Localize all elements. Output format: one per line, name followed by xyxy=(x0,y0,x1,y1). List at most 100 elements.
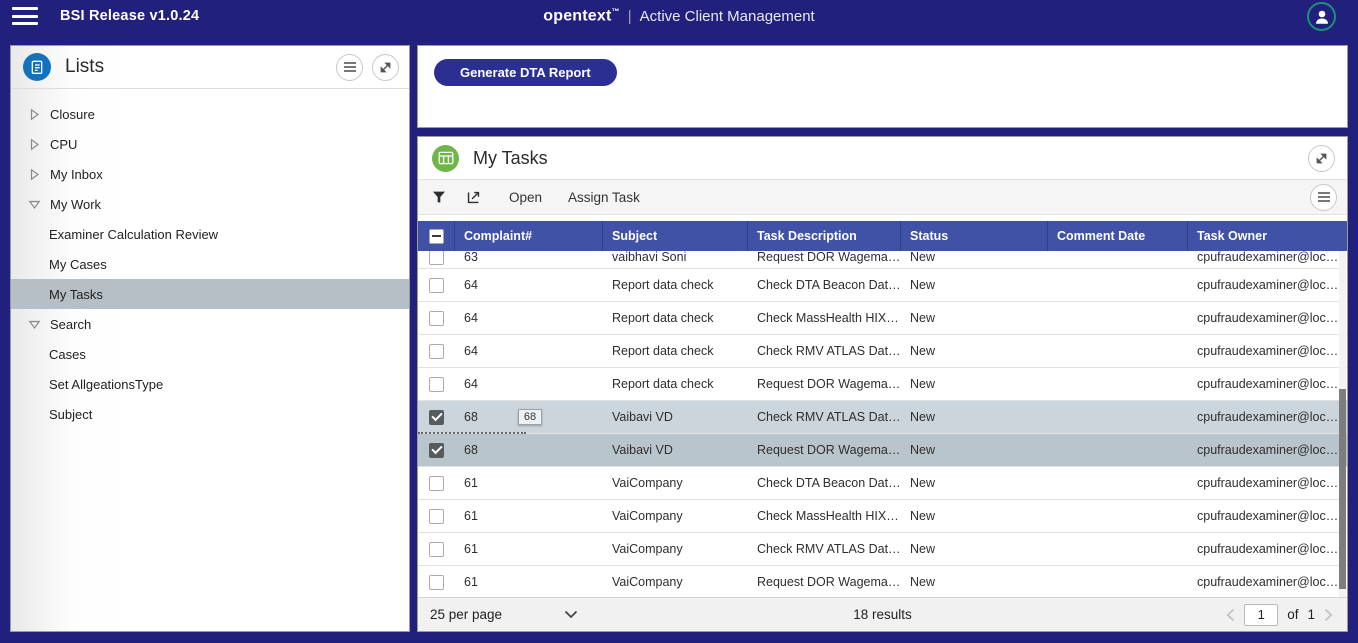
table-row[interactable]: 68 Vaibavi VD Request DOR Wagema… New cp… xyxy=(418,434,1347,467)
tree-item-search[interactable]: Search xyxy=(11,309,409,339)
cell-comment-date xyxy=(1048,368,1188,400)
column-header-complaint[interactable]: Complaint# xyxy=(455,221,603,251)
cell-complaint: 61 xyxy=(455,500,603,532)
table-row[interactable]: 61 VaiCompany Check DTA Beacon Dat… New … xyxy=(418,467,1347,500)
table-scrollbar[interactable] xyxy=(1339,251,1346,599)
cell-task-owner: cpufraudexaminer@loc… xyxy=(1188,335,1347,367)
tasks-icon xyxy=(432,145,459,172)
table-menu-icon[interactable] xyxy=(1310,184,1337,211)
table-row[interactable]: 61 VaiCompany Check RMV ATLAS Dat… New c… xyxy=(418,533,1347,566)
row-checkbox[interactable] xyxy=(418,500,455,532)
table-row[interactable]: 64 Report data check Request DOR Wagema…… xyxy=(418,368,1347,401)
tree-item-cases[interactable]: Cases xyxy=(11,339,409,369)
tree-item-label: Closure xyxy=(50,107,95,122)
row-checkbox[interactable] xyxy=(418,533,455,565)
tree-item-label: My Inbox xyxy=(50,167,103,182)
lists-panel: Lists Closure CPU My Inbox My Work xyxy=(10,45,410,632)
cell-status: New xyxy=(901,368,1048,400)
row-checkbox[interactable] xyxy=(418,335,455,367)
my-tasks-title: My Tasks xyxy=(473,148,1299,169)
of-label: of xyxy=(1287,607,1298,622)
tree-item-label: My Work xyxy=(50,197,101,212)
table-row[interactable]: 64 Report data check Check MassHealth HI… xyxy=(418,302,1347,335)
tree-item-label: Subject xyxy=(49,407,92,422)
column-header-task-description[interactable]: Task Description xyxy=(748,221,901,251)
cell-task-owner: cpufraudexaminer@loc… xyxy=(1188,566,1347,598)
column-header-comment-date[interactable]: Comment Date xyxy=(1048,221,1188,251)
cell-comment-date xyxy=(1048,533,1188,565)
lists-panel-title: Lists xyxy=(65,56,327,78)
column-header-subject[interactable]: Subject xyxy=(603,221,748,251)
prev-page-icon[interactable] xyxy=(1226,608,1235,622)
cell-task-description: Check MassHealth HIX… xyxy=(748,302,901,334)
cell-subject: Report data check xyxy=(603,335,748,367)
table-row[interactable]: 64 Report data check Check RMV ATLAS Dat… xyxy=(418,335,1347,368)
page-size-select[interactable]: 25 per page xyxy=(430,607,578,622)
next-page-icon[interactable] xyxy=(1324,608,1333,622)
row-checkbox[interactable] xyxy=(418,302,455,334)
tree-item-my-work[interactable]: My Work xyxy=(11,189,409,219)
row-checkbox[interactable] xyxy=(418,467,455,499)
tree-item-subject[interactable]: Subject xyxy=(11,399,409,429)
tree-item-set-allgeationstype[interactable]: Set AllgeationsType xyxy=(11,369,409,399)
table-row[interactable]: 61 VaiCompany Check MassHealth HIX… New … xyxy=(418,500,1347,533)
tree-item-label: My Tasks xyxy=(49,287,103,302)
filter-icon[interactable] xyxy=(428,186,450,208)
cell-complaint: 64 xyxy=(455,269,603,301)
cell-task-owner: cpufraudexaminer@loc… xyxy=(1188,302,1347,334)
tree-item-cpu[interactable]: CPU xyxy=(11,129,409,159)
tree-item-my-inbox[interactable]: My Inbox xyxy=(11,159,409,189)
user-avatar-icon[interactable] xyxy=(1307,2,1336,31)
cell-status: New xyxy=(901,269,1048,301)
row-checkbox[interactable] xyxy=(418,269,455,301)
cell-comment-date xyxy=(1048,401,1188,433)
cell-task-owner: cpufraudexaminer@loc… xyxy=(1188,467,1347,499)
app-title: BSI Release v1.0.24 xyxy=(60,8,199,24)
tree-item-label: Examiner Calculation Review xyxy=(49,227,218,242)
column-header-status[interactable]: Status xyxy=(901,221,1048,251)
cell-task-description: Check DTA Beacon Dat… xyxy=(748,467,901,499)
cell-complaint: 64 xyxy=(455,335,603,367)
open-button[interactable]: Open xyxy=(509,190,542,205)
select-all-checkbox[interactable] xyxy=(418,221,455,251)
table-row[interactable]: 61 VaiCompany Request DOR Wagema… New cp… xyxy=(418,566,1347,599)
tree-item-label: CPU xyxy=(50,137,77,152)
tree-item-my-cases[interactable]: My Cases xyxy=(11,249,409,279)
table-row[interactable]: 63 vaibhavi Soni Request DOR Wagema… New… xyxy=(418,251,1347,269)
cell-comment-date xyxy=(1048,335,1188,367)
generate-dta-report-button[interactable]: Generate DTA Report xyxy=(434,59,617,86)
cell-task-description: Check RMV ATLAS Dat… xyxy=(748,335,901,367)
lists-menu-icon[interactable] xyxy=(336,54,363,81)
nav-menu-icon[interactable] xyxy=(12,7,38,25)
cell-status: New xyxy=(901,500,1048,532)
tree-item-closure[interactable]: Closure xyxy=(11,99,409,129)
cell-task-description: Check RMV ATLAS Dat… xyxy=(748,401,901,433)
cell-status: New xyxy=(901,467,1048,499)
row-checkbox[interactable] xyxy=(418,566,455,598)
column-header-task-owner[interactable]: Task Owner xyxy=(1188,221,1347,251)
row-checkbox[interactable] xyxy=(418,368,455,400)
table-row[interactable]: 68 68 Vaibavi VD Check RMV ATLAS Dat… Ne… xyxy=(418,401,1347,434)
tree-item-examiner-calculation-review[interactable]: Examiner Calculation Review xyxy=(11,219,409,249)
tasks-expand-icon[interactable] xyxy=(1308,145,1335,172)
cell-complaint: 64 xyxy=(455,368,603,400)
brand-name: opentext™ xyxy=(543,7,619,25)
lists-expand-icon[interactable] xyxy=(372,54,399,81)
row-checkbox[interactable] xyxy=(418,434,455,466)
tree-item-label: Search xyxy=(50,317,91,332)
cell-comment-date xyxy=(1048,467,1188,499)
my-tasks-header: My Tasks xyxy=(418,137,1347,179)
cell-complaint: 61 xyxy=(455,467,603,499)
table-row[interactable]: 64 Report data check Check DTA Beacon Da… xyxy=(418,269,1347,302)
cell-subject: Vaibavi VD xyxy=(603,434,748,466)
cell-subject: Report data check xyxy=(603,368,748,400)
cell-status: New xyxy=(901,434,1048,466)
tree-item-my-tasks[interactable]: My Tasks xyxy=(11,279,409,309)
assign-task-button[interactable]: Assign Task xyxy=(568,190,640,205)
row-checkbox[interactable] xyxy=(418,251,455,268)
row-checkbox[interactable] xyxy=(418,401,455,433)
scrollbar-thumb[interactable] xyxy=(1339,389,1346,589)
open-in-new-icon[interactable] xyxy=(462,186,484,208)
cell-subject: Report data check xyxy=(603,302,748,334)
current-page-input[interactable]: 1 xyxy=(1244,604,1278,626)
